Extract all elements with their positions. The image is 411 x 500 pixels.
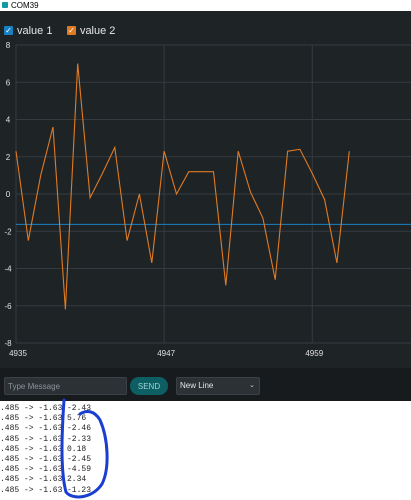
console-line-left: .485 -> -1.63 <box>0 444 63 454</box>
checkbox-icon[interactable]: ✓ <box>66 26 76 35</box>
y-tick-label: 4 <box>6 116 11 125</box>
y-tick-label: -2 <box>4 227 12 236</box>
console-line-value: 2.34 <box>67 475 87 485</box>
console-line-value: -4.59 <box>67 465 92 475</box>
line-chart: 8 6 4 2 0 -2 -4 -6 -84935 4947 4959 <box>4 41 411 358</box>
send-button[interactable]: SEND <box>130 377 168 395</box>
console-line: .485 -> -1.63 -2.46 <box>0 424 91 434</box>
line-ending-select[interactable]: New Line ⌄ <box>176 377 260 395</box>
console-line-left: .485 -> -1.63 <box>0 404 63 413</box>
console-line-left: .485 -> -1.63 <box>0 414 63 424</box>
console-line: .485 -> -1.63 -1.23 <box>0 485 91 496</box>
y-tick-label: -8 <box>4 339 12 348</box>
window-titlebar: COM39 <box>0 0 411 11</box>
app-icon <box>2 2 8 8</box>
chevron-down-icon: ⌄ <box>249 382 255 389</box>
legend-label: value 2 <box>79 24 116 37</box>
y-tick-label: 8 <box>6 41 11 50</box>
serial-console: .485 -> -1.63 -2.43.485 -> -1.63 5.76.485 … <box>0 401 411 500</box>
serial-plotter: 8 6 4 2 0 -2 -4 -6 -8 4935 4947 4959 ✓ value 1 ✓ va… <box>0 11 411 368</box>
console-line-value: -2.43 <box>67 404 92 413</box>
console-line-value: -2.33 <box>67 434 92 444</box>
y-tick-label: 2 <box>6 153 11 162</box>
console-line-left: .485 -> -1.63 <box>0 465 63 475</box>
window-title: COM39 <box>11 1 39 10</box>
console-line-value: -2.46 <box>67 424 92 434</box>
console-line-value: -2.45 <box>67 455 92 464</box>
console-line: .485 -> -1.63 -2.45 <box>0 455 91 465</box>
console-line-value: 0.18 <box>67 444 87 454</box>
console-line-value: 5.76 <box>67 414 87 424</box>
y-tick-label: 6 <box>6 78 11 87</box>
console-line-value: -1.23 <box>67 485 92 495</box>
y-tick-label: -4 <box>4 265 12 274</box>
y-tick-label: 0 <box>6 190 11 199</box>
checkbox-icon[interactable]: ✓ <box>4 26 13 35</box>
console-line: .485 -> -1.63 -2.43 <box>0 404 91 414</box>
console-line: .485 -> -1.63 0.18 <box>0 444 86 455</box>
message-input[interactable] <box>4 377 127 395</box>
x-tick-label: 4935 <box>9 349 27 358</box>
series-line-2 <box>15 63 350 310</box>
console-line: .485 -> -1.63 -2.33 <box>0 434 91 445</box>
line-ending-value: New Line <box>180 381 214 390</box>
console-line-left: .485 -> -1.63 <box>0 434 63 444</box>
console-line: .485 -> -1.63 2.34 <box>0 475 86 485</box>
x-tick-label: 4947 <box>157 349 175 358</box>
console-line: .485 -> -1.63 -4.59 <box>0 465 91 475</box>
console-line: .485 -> -1.63 5.76 <box>0 414 86 424</box>
console-line-left: .485 -> -1.63 <box>0 475 63 485</box>
legend-item-value-1[interactable]: ✓ value 1 <box>4 24 52 38</box>
message-toolbar: SEND New Line ⌄ <box>0 368 411 401</box>
console-line-left: .485 -> -1.63 <box>0 424 63 434</box>
y-tick-label: -6 <box>4 302 12 311</box>
console-line-left: .485 -> -1.63 <box>0 455 63 464</box>
legend-item-value-2[interactable]: ✓ value 2 <box>66 24 116 38</box>
console-line-left: .485 -> -1.63 <box>0 485 63 495</box>
x-tick-label: 4959 <box>305 349 323 358</box>
legend: ✓ value 1 ✓ value 2 <box>4 20 125 38</box>
legend-label: value 1 <box>17 24 53 37</box>
